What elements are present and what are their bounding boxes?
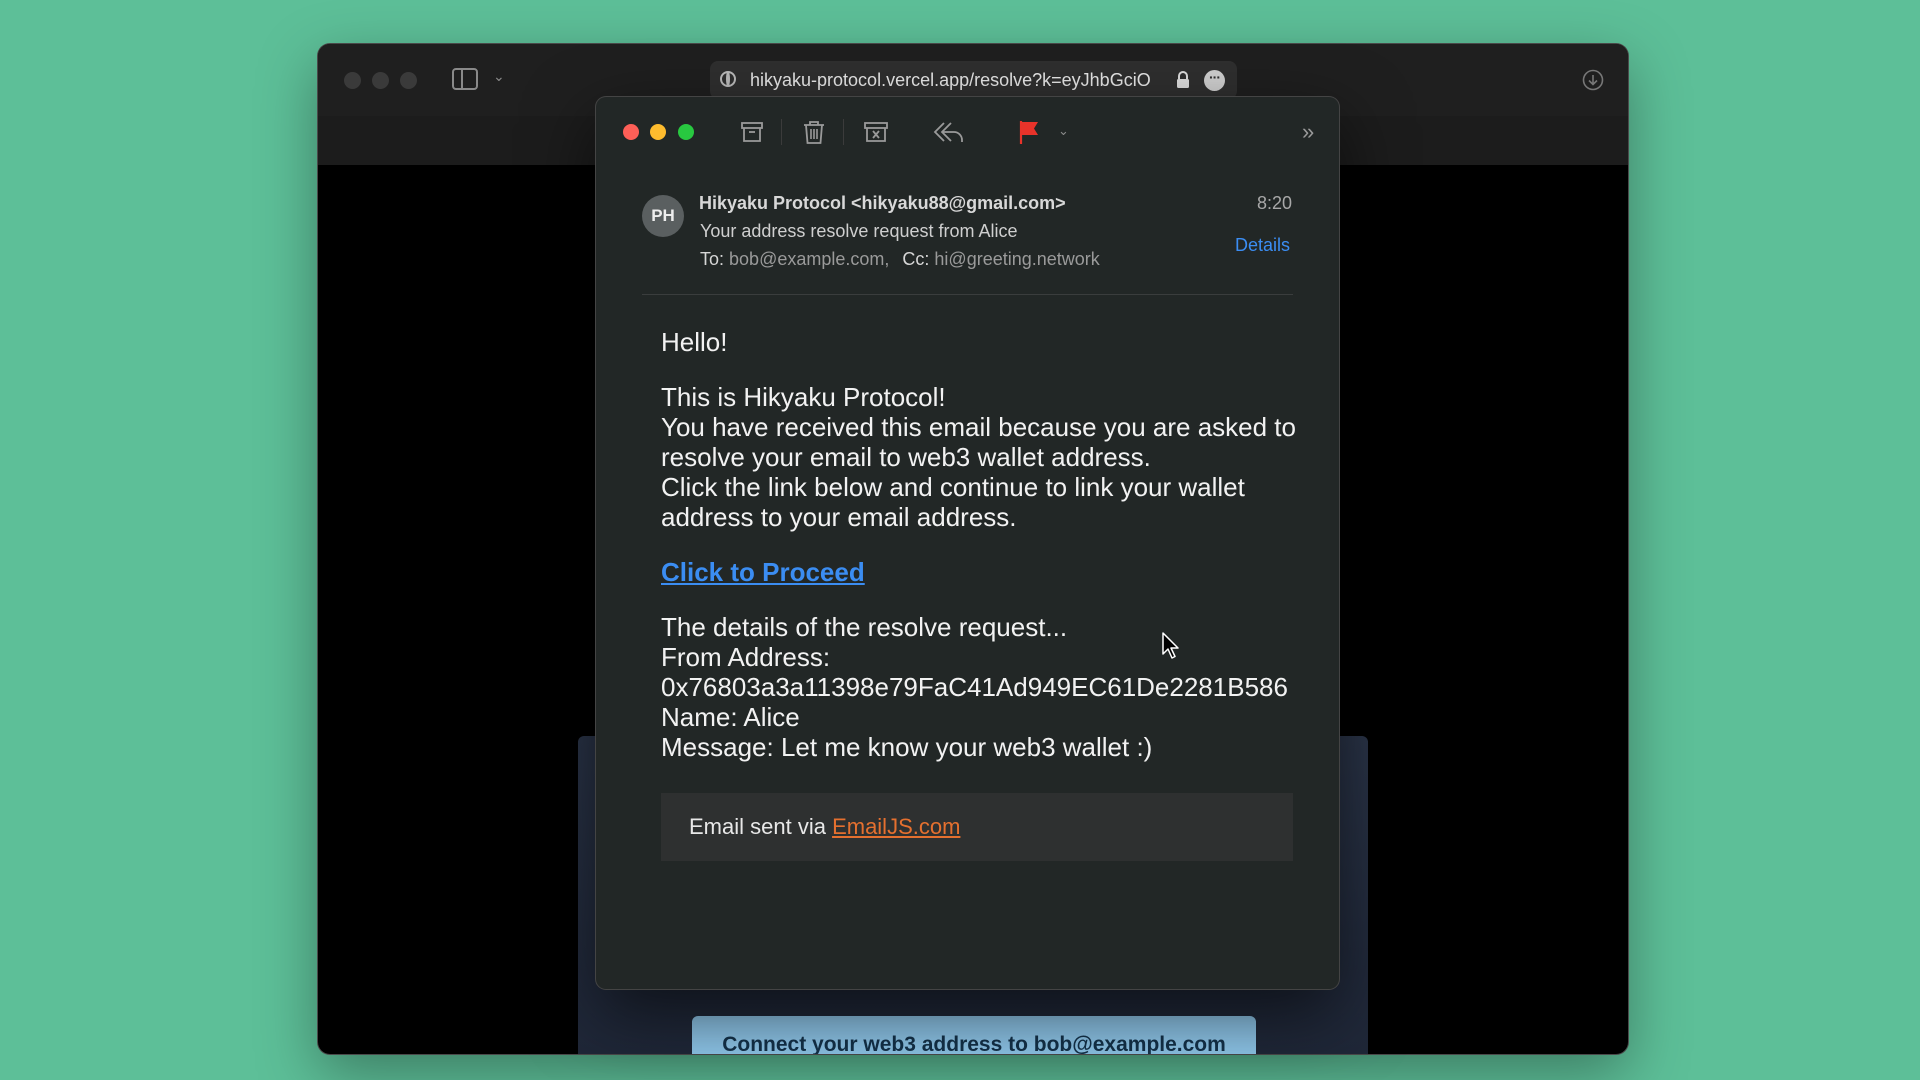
browser-zoom-dot[interactable] <box>400 72 417 89</box>
header-divider <box>642 294 1293 295</box>
greeting: Hello! <box>661 327 728 357</box>
request-details: The details of the resolve request... Fr… <box>661 612 1301 762</box>
download-icon[interactable] <box>1582 69 1604 91</box>
emailjs-link[interactable]: EmailJS.com <box>832 814 960 839</box>
minimize-button[interactable] <box>650 124 666 140</box>
chevron-down-icon[interactable]: ⌄ <box>1058 123 1069 139</box>
cursor-icon <box>1162 632 1179 659</box>
footer-prefix: Email sent via <box>689 814 833 839</box>
details-link[interactable]: Details <box>1235 235 1290 256</box>
avatar: PH <box>642 195 684 237</box>
received-time: 8:20 <box>1256 193 1292 213</box>
email-footer: Email sent via EmailJS.com <box>661 793 1293 861</box>
zoom-button[interactable] <box>678 124 694 140</box>
url-text: hikyaku-protocol.vercel.app/resolve?k=ey… <box>750 70 1151 90</box>
from-label: From Address: <box>661 642 831 672</box>
junk-icon[interactable] <box>861 117 891 147</box>
intro-line: Click the link below and continue to lin… <box>661 472 1245 532</box>
lock-icon <box>1177 71 1189 88</box>
reply-all-icon[interactable] <box>930 117 966 147</box>
sidebar-icon[interactable] <box>452 68 478 90</box>
to-value[interactable]: bob@example.com, <box>729 249 889 269</box>
recipients-line: To: bob@example.com, Cc: hi@greeting.net… <box>700 249 1100 270</box>
cc-label: Cc: <box>902 249 930 269</box>
chevron-down-icon[interactable]: ⌄ <box>493 68 505 85</box>
name-line: Name: Alice <box>661 702 800 732</box>
email-body: Hello! This is Hikyaku Protocol! You hav… <box>661 327 1301 787</box>
browser-close-dot[interactable] <box>344 72 361 89</box>
flag-icon[interactable] <box>1014 117 1044 147</box>
globe-icon <box>720 71 736 87</box>
more-icon[interactable]: ··· <box>1204 70 1225 91</box>
to-label: To: <box>700 249 725 269</box>
mail-window: ⌄ » PH Hikyaku Protocol <hikyaku88@gmail… <box>596 97 1339 989</box>
cc-value[interactable]: hi@greeting.network <box>934 249 1099 269</box>
overflow-icon[interactable]: » <box>1302 119 1314 145</box>
intro-paragraph: This is Hikyaku Protocol! You have recei… <box>661 382 1301 532</box>
from-address: 0x76803a3a11398e79FaC41Ad949EC61De2281B5… <box>661 672 1288 702</box>
trash-icon[interactable] <box>799 117 829 147</box>
intro-line: You have received this email because you… <box>661 412 1296 472</box>
address-bar[interactable]: hikyaku-protocol.vercel.app/resolve?k=ey… <box>710 61 1237 99</box>
message-line: Message: Let me know your web3 wallet :) <box>661 732 1153 762</box>
sender-name: Hikyaku Protocol <hikyaku88@gmail.com> <box>699 193 1066 213</box>
browser-minimize-dot[interactable] <box>372 72 389 89</box>
proceed-link[interactable]: Click to Proceed <box>661 557 865 587</box>
archive-icon[interactable] <box>737 117 767 147</box>
toolbar-separator <box>781 119 782 145</box>
connect-address-button[interactable]: Connect your web3 address to bob@example… <box>692 1016 1256 1054</box>
details-heading: The details of the resolve request... <box>661 612 1068 642</box>
close-button[interactable] <box>623 124 639 140</box>
email-subject: Your address resolve request from Alice <box>700 221 1018 241</box>
toolbar-separator <box>843 119 844 145</box>
intro-line: This is Hikyaku Protocol! <box>661 382 946 412</box>
